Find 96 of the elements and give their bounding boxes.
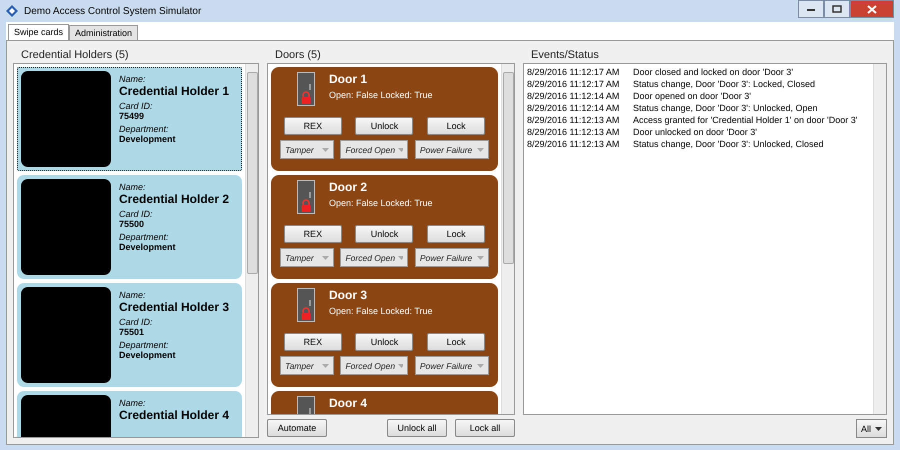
event-message: Status change, Door 'Door 3': Unlocked, Closed [633,138,824,150]
event-message: Status change, Door 'Door 3': Unlocked, Open [633,102,818,114]
filter-dropdown[interactable]: All [856,419,887,438]
caret-icon [476,148,484,152]
holder-name: Credential Holder 3 [119,300,230,314]
event-dropdown[interactable]: Power Failure [414,140,489,159]
field-label: Card ID: [119,209,154,219]
door-action-button[interactable]: Lock [427,333,486,351]
door-name: Door 4 [329,396,368,410]
department: Development [119,134,177,144]
group-title: Credential Holders (5) [20,48,130,63]
event-dropdown[interactable]: Forced Open [340,356,408,375]
automate-button[interactable]: Automate [267,419,327,437]
app-logo-icon [6,5,18,17]
event-dropdown[interactable]: Forced Open [340,248,408,267]
door-icon [297,72,315,106]
close-icon [867,4,877,14]
scrollbar[interactable] [245,64,258,437]
event-time: 8/29/2016 11:12:17 AM [527,66,620,78]
door-action-button[interactable]: Lock [427,225,486,243]
caret-icon [476,256,484,260]
door-status: Open: False Locked: True [329,306,433,316]
caret-icon [476,364,484,368]
event-time: 8/29/2016 11:12:17 AM [527,78,620,90]
event-dropdown[interactable]: Forced Open [340,140,408,159]
caret-icon [322,256,330,260]
door-action-button[interactable]: REX [284,225,342,243]
unlock-all-button[interactable]: Unlock all [387,419,447,437]
event-message: Door unlocked on door 'Door 3' [633,126,758,138]
department: Development [119,350,177,360]
maximize-icon [832,5,842,13]
holder-name: Credential Holder 2 [119,192,230,206]
caret-icon [398,364,404,368]
event-dropdown[interactable]: Power Failure [414,248,489,267]
minimize-button[interactable] [798,0,824,18]
close-button[interactable] [850,0,894,18]
field-label: Name: [119,398,147,408]
event-dropdown[interactable]: Tamper [280,140,334,159]
field-label: Name: [119,182,147,192]
door-icon [297,180,315,214]
card-id: 75499 [119,111,146,121]
holder-name: Credential Holder 1 [119,84,230,98]
caret-icon [398,148,404,152]
event-dropdown[interactable]: Tamper [280,356,334,375]
event-time: 8/29/2016 11:12:13 AM [527,138,620,150]
group-title: Events/Status [530,48,600,63]
caret-icon [398,256,404,260]
door-icon [297,288,315,322]
maximize-button[interactable] [824,0,850,18]
lock-all-button[interactable]: Lock all [455,419,515,437]
field-label: Department: [119,340,170,350]
event-message: Door opened on door 'Door 3' [633,90,752,102]
caret-icon [322,364,330,368]
door-action-button[interactable]: REX [284,117,342,135]
event-message: Door closed and locked on door 'Door 3' [633,66,794,78]
tab[interactable]: Administration [69,25,138,40]
field-label: Department: [119,232,170,242]
tab[interactable]: Swipe cards [8,24,70,40]
door-name: Door 2 [329,180,368,194]
group-title: Doors (5) [274,48,322,63]
field-label: Card ID: [119,101,154,111]
event-time: 8/29/2016 11:12:14 AM [527,102,620,114]
door-name: Door 1 [329,72,368,86]
window-title: Demo Access Control System Simulator [24,6,202,16]
card-id: 75500 [119,219,146,229]
door-status: Open: False Locked: True [329,198,433,208]
event-time: 8/29/2016 11:12:13 AM [527,126,620,138]
door-action-button[interactable]: REX [284,333,342,351]
door-action-button[interactable]: Lock [427,117,486,135]
minimize-icon [806,6,816,12]
field-label: Name: [119,290,147,300]
caret-icon [322,148,330,152]
door-action-button[interactable]: Unlock [355,333,414,351]
credential-card[interactable]: Name: Credential Holder 3 Card ID: 75501 Department: Development [17,283,242,387]
holder-name: Credential Holder 4 [119,408,230,422]
door-action-button[interactable]: Unlock [355,225,414,243]
field-label: Department: [119,124,170,134]
credential-card[interactable]: Name: Credential Holder 2 Card ID: 75500 Department: Development [17,175,242,279]
field-label: Name: [119,74,147,84]
caret-icon [875,426,882,430]
credential-card[interactable]: Name: Credential Holder 4 [17,391,242,437]
door-action-button[interactable]: Unlock [355,117,414,135]
scrollbar[interactable] [501,64,514,414]
card-id: 75501 [119,327,146,337]
event-time: 8/29/2016 11:12:14 AM [527,90,620,102]
event-dropdown[interactable]: Power Failure [414,356,489,375]
scrollbar[interactable] [873,64,886,414]
credential-card[interactable]: Name: Credential Holder 1 Card ID: 75499 Department: Development [17,67,242,171]
event-message: Access granted for 'Credential Holder 1' on door 'Door 3' [633,114,858,126]
field-label: Card ID: [119,317,154,327]
event-message: Status change, Door 'Door 3': Locked, Closed [633,78,816,90]
door-name: Door 3 [329,288,368,302]
event-time: 8/29/2016 11:12:13 AM [527,114,620,126]
department: Development [119,242,177,252]
door-status: Open: False Locked: True [329,90,433,100]
event-dropdown[interactable]: Tamper [280,248,334,267]
